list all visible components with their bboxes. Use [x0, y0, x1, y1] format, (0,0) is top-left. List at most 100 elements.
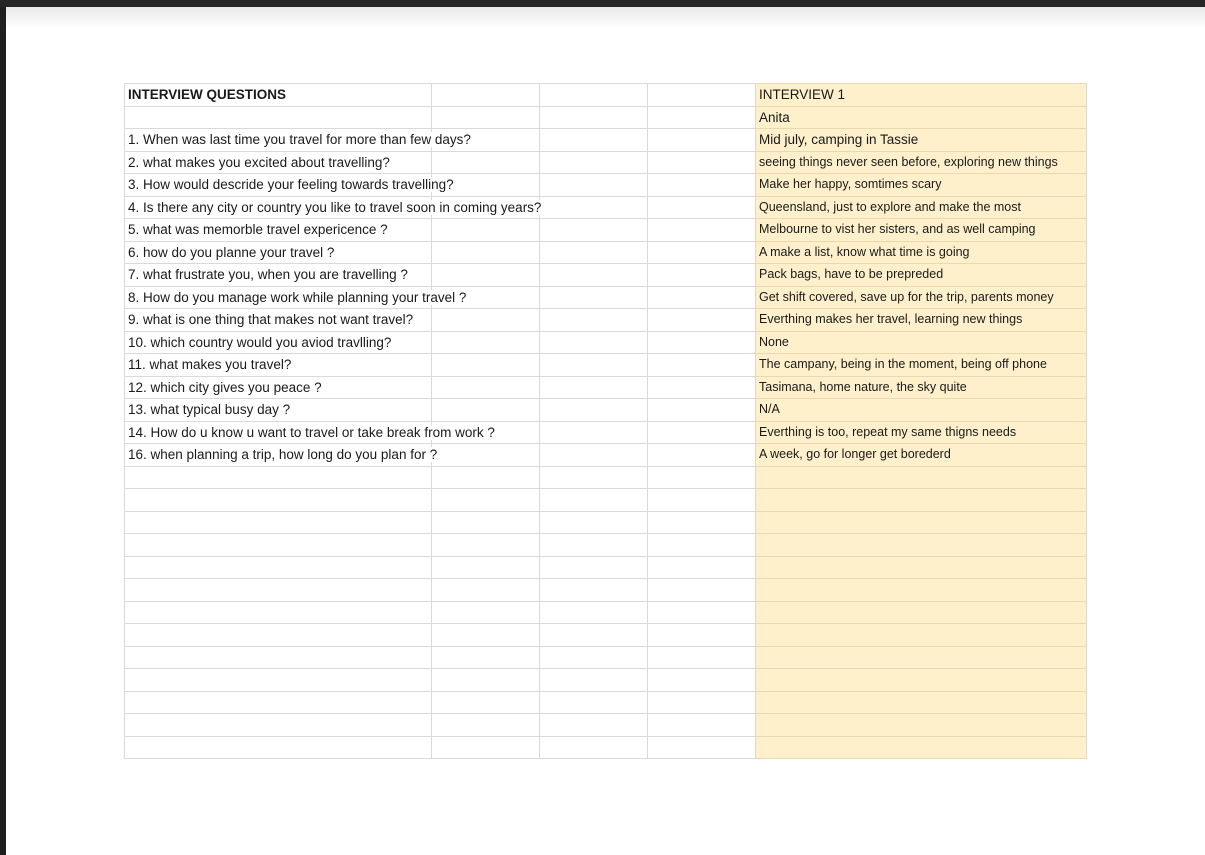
empty-cell: [539, 218, 648, 242]
answer-cell: Make her happy, somtimes scary: [755, 173, 1087, 197]
empty-cell: [647, 420, 756, 444]
answer-cell: Tasimana, home nature, the sky quite: [755, 375, 1087, 399]
empty-cell: [647, 465, 756, 489]
answer-cell: Mid july, camping in Tassie: [755, 128, 1087, 152]
empty-cell: [539, 645, 648, 669]
empty-cell: [124, 735, 432, 759]
empty-cell: [647, 735, 756, 759]
question-text: 5. what was memorble travel expericence …: [128, 222, 390, 238]
empty-row: [124, 488, 1087, 512]
answer-cell: A week, go for longer get borederd: [755, 443, 1087, 467]
question-cell: 2. what makes you excited about travelli…: [124, 150, 432, 174]
question-text: 7. what frustrate you, when you are trav…: [128, 267, 410, 283]
empty-cell: [647, 263, 756, 287]
empty-row: [124, 465, 1087, 489]
empty-cell: [539, 465, 648, 489]
empty-cell: [647, 83, 756, 107]
answer-cell: Pack bags, have to be prepreded: [755, 263, 1087, 287]
empty-cell: [539, 600, 648, 624]
document-page: INTERVIEW QUESTIONS INTERVIEW 1 Anita 1.…: [6, 7, 1205, 855]
empty-cell: [539, 735, 648, 759]
empty-cell: [539, 263, 648, 287]
answer-cell: None: [755, 330, 1087, 354]
empty-cell: [431, 443, 540, 467]
empty-cell: [539, 173, 648, 197]
question-cell: 5. what was memorble travel expericence …: [124, 218, 432, 242]
empty-cell: [124, 578, 432, 602]
table-row: 12. which city gives you peace ? Tasimana…: [124, 375, 1087, 399]
empty-cell: [124, 533, 432, 557]
empty-cell: [124, 690, 432, 714]
table-row: 16. when planning a trip, how long do yo…: [124, 443, 1087, 467]
header-interview-1: INTERVIEW 1: [755, 83, 1087, 107]
empty-cell: [539, 375, 648, 399]
question-cell: 14. How do u know u want to travel or ta…: [124, 420, 497, 444]
empty-cell: [124, 555, 432, 579]
empty-cell: [647, 330, 756, 354]
empty-cell: [647, 443, 756, 467]
empty-cell: [124, 645, 432, 669]
empty-cell: [431, 308, 540, 332]
empty-cell: [755, 488, 1087, 512]
table-row: 8. How do you manage work while planning…: [124, 285, 1087, 309]
question-cell: 9. what is one thing that makes not want…: [124, 308, 432, 332]
empty-row: [124, 668, 1087, 692]
table-row: 14. How do u know u want to travel or ta…: [124, 420, 1087, 444]
empty-cell: [647, 195, 756, 219]
empty-cell: [539, 578, 648, 602]
empty-row: [124, 645, 1087, 669]
answer-cell: Get shift covered, save up for the trip,…: [755, 285, 1087, 309]
empty-cell: [647, 510, 756, 534]
empty-cell: [124, 488, 432, 512]
empty-cell: [539, 105, 648, 129]
question-text: 13. what typical busy day ?: [128, 402, 293, 418]
empty-cell: [539, 443, 648, 467]
empty-cell: [431, 510, 540, 534]
empty-cell: [647, 533, 756, 557]
empty-cell: [539, 128, 648, 152]
header-row: INTERVIEW QUESTIONS INTERVIEW 1: [124, 83, 1087, 107]
empty-cell: [755, 510, 1087, 534]
empty-cell: [539, 308, 648, 332]
table-row: 2. what makes you excited about travelli…: [124, 150, 1087, 174]
empty-cell: [647, 398, 756, 422]
answer-cell: A make a list, know what time is going: [755, 240, 1087, 264]
empty-cell: [647, 690, 756, 714]
table-row: 10. which country would you aviod travll…: [124, 330, 1087, 354]
question-cell: 6. how do you planne your travel ?: [124, 240, 432, 264]
question-cell: 10. which country would you aviod travll…: [124, 330, 432, 354]
question-text: 6. how do you planne your travel ?: [128, 244, 337, 260]
empty-cell: [647, 150, 756, 174]
empty-cell: [431, 600, 540, 624]
empty-cell: [647, 645, 756, 669]
answer-cell: N/A: [755, 398, 1087, 422]
empty-cell: [124, 105, 432, 129]
table-row: 9. what is one thing that makes not want…: [124, 308, 1087, 332]
question-cell: 4. Is there any city or country you like…: [124, 195, 544, 219]
empty-cell: [755, 690, 1087, 714]
empty-cell: [124, 668, 432, 692]
question-cell: 11. what makes you travel?: [124, 353, 432, 377]
empty-cell: [647, 600, 756, 624]
question-cell: 3. How would descride your feeling towar…: [124, 173, 456, 197]
question-cell: 7. what frustrate you, when you are trav…: [124, 263, 432, 287]
question-cell: 16. when planning a trip, how long do yo…: [124, 443, 440, 467]
empty-cell: [431, 488, 540, 512]
empty-cell: [647, 218, 756, 242]
empty-cell: [755, 735, 1087, 759]
empty-cell: [539, 488, 648, 512]
empty-cell: [539, 510, 648, 534]
empty-cell: [124, 510, 432, 534]
empty-cell: [755, 555, 1087, 579]
interviewee-row: Anita: [124, 105, 1087, 129]
table-row: 5. what was memorble travel expericence …: [124, 218, 1087, 242]
question-text: 11. what makes you travel?: [128, 357, 294, 373]
answer-cell: Everthing makes her travel, learning new…: [755, 308, 1087, 332]
empty-cell: [539, 150, 648, 174]
empty-cell: [431, 218, 540, 242]
empty-cell: [647, 173, 756, 197]
empty-cell: [647, 668, 756, 692]
empty-cell: [431, 353, 540, 377]
empty-cell: [431, 668, 540, 692]
empty-cell: [431, 713, 540, 737]
